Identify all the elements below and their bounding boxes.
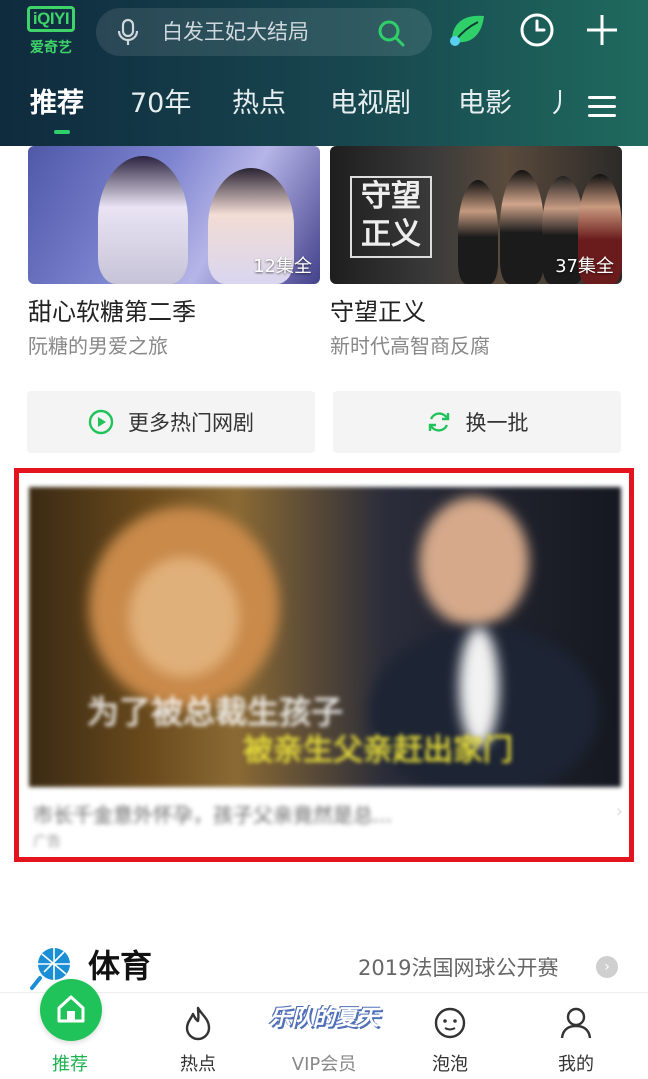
chevron-right-icon[interactable]: › bbox=[596, 956, 618, 978]
profile-icon bbox=[560, 1007, 592, 1039]
video-title[interactable]: 守望正义 bbox=[330, 296, 622, 328]
refresh-batch-button[interactable]: 换一批 bbox=[333, 391, 621, 453]
refresh-batch-label: 换一批 bbox=[465, 411, 529, 435]
tab-hot[interactable]: 热点 bbox=[232, 86, 286, 122]
tab-recommend[interactable]: 推荐 bbox=[30, 86, 84, 122]
category-tabs: 推荐 70年 热点 电视剧 电影 儿 bbox=[0, 80, 648, 140]
sports-section-header: 体育 2019法国网球公开赛 › bbox=[0, 938, 648, 994]
video-card[interactable]: 守望正义 37集全 守望正义 新时代高智商反腐 bbox=[330, 146, 622, 360]
plus-icon[interactable] bbox=[582, 10, 622, 50]
video-title[interactable]: 甜心软糖第二季 bbox=[28, 296, 320, 328]
tab-movies[interactable]: 电影 bbox=[458, 86, 512, 122]
flame-icon bbox=[185, 1006, 211, 1041]
clock-icon[interactable] bbox=[517, 10, 557, 50]
active-tab-indicator bbox=[54, 130, 70, 134]
chevron-right-icon: › bbox=[615, 801, 623, 822]
play-circle-icon bbox=[88, 409, 114, 435]
nav-item-hot[interactable]: 热点 bbox=[148, 993, 248, 1079]
video-subtitle: 阮糖的男爱之旅 bbox=[28, 334, 168, 358]
bubble-icon bbox=[434, 1007, 466, 1039]
logo-text: 爱奇艺 bbox=[30, 40, 72, 56]
episode-count: 37集全 bbox=[555, 256, 614, 277]
nav-label: 推荐 bbox=[52, 1054, 88, 1075]
poster-title: 守望正义 bbox=[350, 176, 432, 258]
ad-caption-highlight: 被亲生父亲赶出家门 bbox=[243, 733, 513, 768]
video-card[interactable]: 12集全 甜心软糖第二季 阮糖的男爱之旅 bbox=[28, 146, 320, 360]
search-bar[interactable]: 白发王妃大结局 bbox=[96, 8, 432, 56]
ad-label: 广告 bbox=[33, 834, 61, 850]
vip-promo-badge[interactable]: 乐队的夏天 bbox=[268, 999, 380, 1039]
app-header: iQIYI 爱奇艺 白发王妃大结局 推荐 70年 热点 电视剧 电影 儿 bbox=[0, 0, 648, 146]
iqiyi-logo[interactable]: iQIYI 爱奇艺 bbox=[24, 6, 78, 60]
nav-label: VIP会员 bbox=[291, 1054, 357, 1075]
home-icon bbox=[57, 995, 85, 1023]
tab-tv-series[interactable]: 电视剧 bbox=[330, 86, 411, 122]
leaf-icon[interactable] bbox=[446, 10, 486, 50]
ad-description[interactable]: 市长千金意外怀孕，孩子父亲竟然是总... bbox=[33, 799, 392, 828]
nav-label: 我的 bbox=[558, 1054, 594, 1075]
home-button[interactable] bbox=[40, 979, 102, 1041]
mic-icon[interactable] bbox=[114, 18, 142, 46]
more-web-series-label: 更多热门网剧 bbox=[128, 411, 254, 435]
more-web-series-button[interactable]: 更多热门网剧 bbox=[27, 391, 315, 453]
section-link[interactable]: 2019法国网球公开赛 bbox=[358, 954, 558, 982]
section-title: 体育 bbox=[88, 947, 153, 985]
video-subtitle: 新时代高智商反腐 bbox=[330, 334, 490, 358]
search-icon[interactable] bbox=[376, 18, 406, 48]
nav-label: 热点 bbox=[180, 1054, 216, 1075]
video-thumbnail[interactable]: 守望正义 37集全 bbox=[330, 146, 622, 284]
nav-item-profile[interactable]: 我的 bbox=[526, 993, 626, 1079]
bottom-navigation: 推荐 热点 VIP会员 乐队的夏天 泡泡 我的 bbox=[0, 979, 648, 1079]
tab-70-years[interactable]: 70年 bbox=[130, 86, 191, 122]
logo-mark: iQIYI bbox=[27, 6, 75, 32]
episode-count: 12集全 bbox=[253, 256, 312, 277]
nav-label: 泡泡 bbox=[432, 1054, 468, 1075]
refresh-icon bbox=[428, 412, 449, 432]
highlighted-ad-frame[interactable]: 为了被总裁生孩子 被亲生父亲赶出家门 市长千金意外怀孕，孩子父亲竟然是总... … bbox=[14, 468, 634, 862]
nav-item-bubble[interactable]: 泡泡 bbox=[400, 993, 500, 1079]
tab-menu-button[interactable] bbox=[584, 88, 620, 124]
nav-item-recommend[interactable]: 推荐 bbox=[20, 979, 120, 1079]
tab-kids[interactable]: 儿 bbox=[552, 86, 566, 122]
video-thumbnail[interactable]: 12集全 bbox=[28, 146, 320, 284]
search-input[interactable]: 白发王妃大结局 bbox=[162, 18, 309, 46]
